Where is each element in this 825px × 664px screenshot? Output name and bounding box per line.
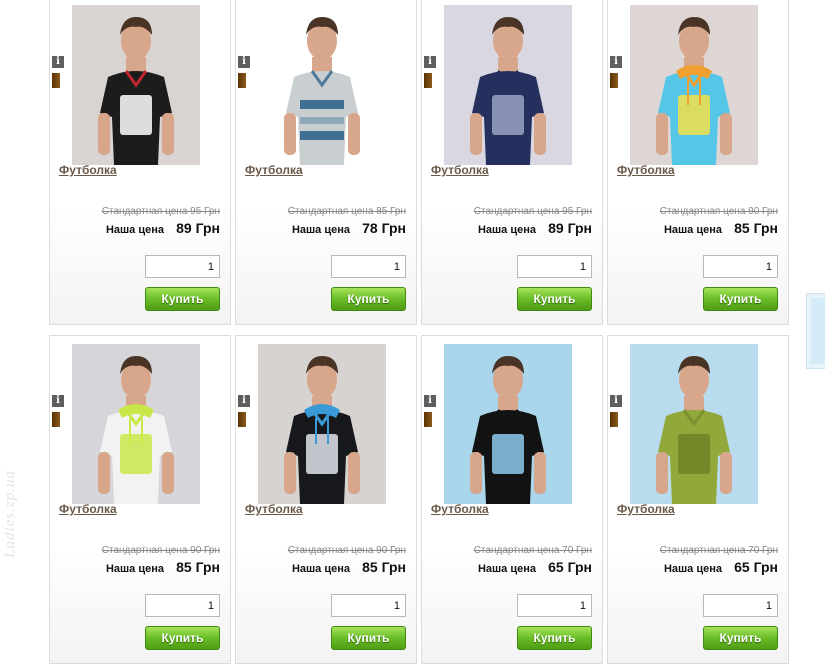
tshirt-model-image xyxy=(72,5,200,165)
watermark: Ladies.zp.ua xyxy=(2,470,18,558)
tag-icon xyxy=(610,412,618,427)
info-icon[interactable]: i xyxy=(52,56,64,68)
standard-price: Стандартная цена 70 Грн xyxy=(659,545,778,556)
tshirt-model-image xyxy=(258,5,386,165)
product-card: i Футболка Стандартная цена 70 Грн Наша … xyxy=(607,335,789,664)
our-price-label: Наша цена xyxy=(477,563,536,575)
buy-button[interactable]: Купить xyxy=(517,287,592,311)
buy-button[interactable]: Купить xyxy=(517,626,592,650)
product-card: i Футболка Стандартная цена 90 Грн Наша … xyxy=(607,0,789,325)
product-photo[interactable] xyxy=(444,344,572,504)
product-card: i Футболка Стандартная цена 85 Грн Наша … xyxy=(235,0,417,325)
product-name-link[interactable]: Футболка xyxy=(617,163,675,177)
standard-price: Стандартная цена 95 Грн xyxy=(101,206,220,217)
tshirt-model-image xyxy=(630,5,758,165)
product-card: i Футболка Стандартная цена 95 Грн Наша … xyxy=(49,0,231,325)
info-icon[interactable]: i xyxy=(424,395,436,407)
quantity-input[interactable] xyxy=(331,594,406,617)
our-price-label: Наша цена xyxy=(105,563,164,575)
our-price-value: 85 Грн xyxy=(176,559,220,575)
product-photo[interactable] xyxy=(444,5,572,165)
our-price-value: 85 Грн xyxy=(734,220,778,236)
tag-icon xyxy=(52,73,60,88)
tshirt-model-image xyxy=(72,344,200,504)
product-card: i Футболка Стандартная цена 70 Грн Наша … xyxy=(421,335,603,664)
buy-button[interactable]: Купить xyxy=(331,626,406,650)
info-icon[interactable]: i xyxy=(424,56,436,68)
tshirt-model-image xyxy=(444,5,572,165)
info-icon[interactable]: i xyxy=(238,56,250,68)
standard-price: Стандартная цена 85 Грн xyxy=(287,206,406,217)
tag-icon xyxy=(52,412,60,427)
product-name-link[interactable]: Футболка xyxy=(245,163,303,177)
buy-button[interactable]: Купить xyxy=(331,287,406,311)
buy-button[interactable]: Купить xyxy=(145,626,220,650)
our-price-label: Наша цена xyxy=(291,224,350,236)
buy-button[interactable]: Купить xyxy=(703,287,778,311)
product-card: i Футболка Стандартная цена 90 Грн Наша … xyxy=(49,335,231,664)
product-name-link[interactable]: Футболка xyxy=(431,163,489,177)
product-card: i Футболка Стандартная цена 90 Грн Наша … xyxy=(235,335,417,664)
product-name-link[interactable]: Футболка xyxy=(59,502,117,516)
product-photo[interactable] xyxy=(258,5,386,165)
standard-price: Стандартная цена 70 Грн xyxy=(473,545,592,556)
tag-icon xyxy=(424,73,432,88)
buy-button[interactable]: Купить xyxy=(703,626,778,650)
quantity-input[interactable] xyxy=(145,255,220,278)
info-icon[interactable]: i xyxy=(52,395,64,407)
product-name-link[interactable]: Футболка xyxy=(431,502,489,516)
our-price-value: 89 Грн xyxy=(548,220,592,236)
tshirt-model-image xyxy=(258,344,386,504)
our-price-label: Наша цена xyxy=(477,224,536,236)
tshirt-model-image xyxy=(630,344,758,504)
info-icon[interactable]: i xyxy=(238,395,250,407)
product-name-link[interactable]: Футболка xyxy=(59,163,117,177)
product-name-link[interactable]: Футболка xyxy=(245,502,303,516)
standard-price: Стандартная цена 90 Грн xyxy=(287,545,406,556)
product-card: i Футболка Стандартная цена 95 Грн Наша … xyxy=(421,0,603,325)
standard-price: Стандартная цена 95 Грн xyxy=(473,206,592,217)
tag-icon xyxy=(238,73,246,88)
our-price-value: 65 Грн xyxy=(734,559,778,575)
standard-price: Стандартная цена 90 Грн xyxy=(101,545,220,556)
our-price-label: Наша цена xyxy=(105,224,164,236)
product-photo[interactable] xyxy=(630,5,758,165)
our-price-value: 78 Грн xyxy=(362,220,406,236)
our-price-value: 85 Грн xyxy=(362,559,406,575)
info-icon[interactable]: i xyxy=(610,56,622,68)
our-price-value: 65 Грн xyxy=(548,559,592,575)
info-icon[interactable]: i xyxy=(610,395,622,407)
tag-icon xyxy=(238,412,246,427)
product-photo[interactable] xyxy=(72,344,200,504)
quantity-input[interactable] xyxy=(145,594,220,617)
buy-button[interactable]: Купить xyxy=(145,287,220,311)
tag-icon xyxy=(424,412,432,427)
our-price-value: 89 Грн xyxy=(176,220,220,236)
product-name-link[interactable]: Футболка xyxy=(617,502,675,516)
quantity-input[interactable] xyxy=(331,255,406,278)
product-photo[interactable] xyxy=(258,344,386,504)
quantity-input[interactable] xyxy=(703,594,778,617)
product-photo[interactable] xyxy=(630,344,758,504)
side-panel-tab[interactable] xyxy=(806,293,825,369)
our-price-label: Наша цена xyxy=(663,563,722,575)
product-photo[interactable] xyxy=(72,5,200,165)
standard-price: Стандартная цена 90 Грн xyxy=(659,206,778,217)
tag-icon xyxy=(610,73,618,88)
quantity-input[interactable] xyxy=(703,255,778,278)
our-price-label: Наша цена xyxy=(663,224,722,236)
our-price-label: Наша цена xyxy=(291,563,350,575)
tshirt-model-image xyxy=(444,344,572,504)
quantity-input[interactable] xyxy=(517,594,592,617)
quantity-input[interactable] xyxy=(517,255,592,278)
